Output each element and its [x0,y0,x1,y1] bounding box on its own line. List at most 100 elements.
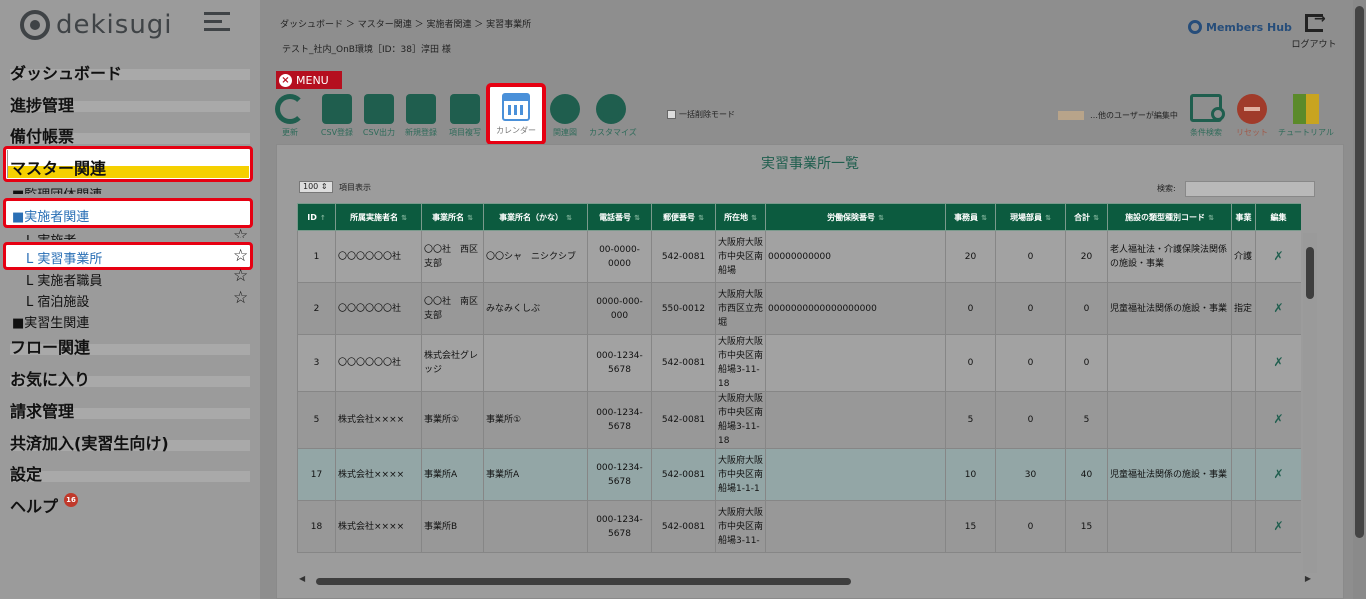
table-row[interactable]: 1 〇〇〇〇〇〇社 〇〇社 西区支部 〇〇シャ ニシクシブ 00-0000-0000 54… [297,230,1301,283]
sidebar-item-settings[interactable]: 設定 [10,461,42,485]
table-cell-field: 0 [995,334,1066,392]
edit-button[interactable]: ✗ [1255,230,1301,283]
table-cell-field: 0 [995,230,1066,283]
sidebar-item-ledgers[interactable]: 備付帳票 [10,123,74,147]
page-scrollbar[interactable] [1353,0,1366,599]
edit-button[interactable]: ✗ [1255,500,1301,553]
sidebar-item-lodging[interactable]: L 宿泊施設 [26,291,89,310]
page-size-select[interactable]: 100 ⇕ [299,181,333,193]
table-cell-staff: 15 [945,500,996,553]
favorite-star-icon[interactable]: ☆ [233,288,248,308]
table-row[interactable]: 18 株式会社×××× 事業所B 000-1234-5678 542-0081 大阪府大阪… [297,500,1301,553]
table-horizontal-scrollbar[interactable]: ◀ ▶ [295,574,1315,588]
column-header[interactable]: 事業所名（かな） ⇅ [483,203,588,231]
new-record-button[interactable]: 新規登録 [399,94,443,138]
reset-label: リセット [1236,128,1268,137]
csv-import-button[interactable]: CSV登録 [315,94,359,138]
sidebar-item-trainee[interactable]: ■実習生関連 [12,312,89,331]
sidebar-item-implementer[interactable]: L 実施者 [26,230,76,240]
bulk-delete-checkbox[interactable] [667,110,676,119]
table-row[interactable]: 2 〇〇〇〇〇〇社 〇〇社 南区支部 みなみくしぶ 0000-000-000 550-00… [297,282,1301,335]
filter-search-button[interactable]: 条件検索 [1190,94,1225,138]
table-row[interactable]: 5 株式会社×××× 事業所① 事業所① 000-1234-5678 542-0081 大阪… [297,391,1301,449]
edit-button[interactable]: ✗ [1255,334,1301,392]
column-header[interactable]: 施設の類型種別コード ⇅ [1107,203,1232,231]
reset-button[interactable]: リセット [1236,94,1268,138]
tutorial-button[interactable]: チュートリアル [1278,94,1334,138]
csv-export-button[interactable]: CSV出力 [357,94,401,138]
customize-button[interactable]: カスタマイズ [589,94,637,138]
column-header[interactable]: 事業所名 ⇅ [421,203,484,231]
calendar-button[interactable]: カレンダー [486,83,546,145]
refresh-icon [275,94,305,124]
help-count-badge: 16 [64,493,79,507]
sidebar-item-insurance[interactable]: 共済加入(実習生向け) [10,430,169,454]
table-cell-company: 〇〇〇〇〇〇社 [335,230,422,283]
breadcrumb[interactable]: ダッシュボード ＞ マスター関連 ＞ 実施者関連 ＞ 実習事業所 [280,17,531,30]
sidebar-item-flow[interactable]: フロー関連 [10,334,90,358]
column-header-label: 事業 [1235,212,1252,222]
wrench-icon: ✗ [1273,466,1284,481]
column-header-label: 施設の類型種別コード [1125,212,1206,222]
menu-collapse-icon[interactable] [204,12,234,32]
column-header[interactable]: 電話番号 ⇅ [587,203,652,231]
column-header[interactable]: 合計 ⇅ [1065,203,1108,231]
copy-item-label: 項目複写 [449,128,481,137]
table-row[interactable]: 17 株式会社×××× 事業所A 事業所A 000-1234-5678 542-0081 大… [297,448,1301,501]
column-header[interactable]: 所属実施者名 ⇅ [335,203,422,231]
favorite-star-icon[interactable]: ☆ [233,246,248,266]
sidebar-item-billing[interactable]: 請求管理 [10,398,74,422]
column-header[interactable]: 事務員 ⇅ [945,203,996,231]
refresh-button[interactable]: 更新 [268,94,312,138]
column-header[interactable]: ID ↑ [297,203,336,231]
clipboard-icon [406,94,436,124]
sidebar-item-favorites[interactable]: お気に入り [10,366,90,390]
favorite-star-icon[interactable]: ☆ [233,266,248,286]
sidebar-item-implementer-group[interactable]: ■実施者関連 [12,206,89,225]
logo[interactable]: dekisugi [20,8,173,42]
table-cell-phone: 000-1234-5678 [587,334,652,392]
column-header[interactable]: 現場部員 ⇅ [995,203,1066,231]
table-cell-office: 事業所① [421,391,484,449]
table-vertical-scrollbar[interactable] [1303,233,1317,573]
sidebar-item-master[interactable]: マスター関連 [10,155,106,179]
column-header-label: 電話番号 [599,212,632,222]
column-header-label: 所在地 [724,212,749,222]
sidebar-item-supervising[interactable]: ■監理団体関連 [12,184,102,194]
sidebar-item-dashboard[interactable]: ダッシュボード [10,60,122,84]
edit-button[interactable]: ✗ [1255,391,1301,449]
table-cell-staff: 0 [945,334,996,392]
column-header[interactable]: 所在地 ⇅ [715,203,766,231]
column-header[interactable]: 事業 [1231,203,1256,231]
sidebar-item-staff[interactable]: L 実施者職員 [26,270,102,289]
sidebar-item-help[interactable]: ヘルプ 16 [10,493,79,517]
sidebar-item-progress[interactable]: 進捗管理 [10,92,74,116]
table-cell-company: 株式会社×××× [335,391,422,449]
bulk-delete-toggle[interactable]: 一括削除モード [667,109,735,120]
table-cell-id: 3 [297,334,336,392]
edit-button[interactable]: ✗ [1255,448,1301,501]
related-diagram-button[interactable]: 関連図 [543,94,587,138]
search-input[interactable] [1185,181,1315,197]
logout-button[interactable]: ログアウト [1286,11,1342,50]
table-cell-company: 〇〇〇〇〇〇社 [335,282,422,335]
new-record-label: 新規登録 [405,128,437,137]
members-hub-icon [1188,20,1202,34]
favorite-star-icon[interactable]: ☆ [233,226,248,238]
table-cell-company: 〇〇〇〇〇〇社 [335,334,422,392]
wrench-icon: ✗ [1273,248,1284,263]
members-hub-link[interactable]: Members Hub [1188,20,1292,34]
table-cell-insurance: 0000000000000000000 [765,282,946,335]
table-cell-id: 5 [297,391,336,449]
table-row[interactable]: 3 〇〇〇〇〇〇社 株式会社グレッジ 000-1234-5678 542-0081 大阪府… [297,334,1301,392]
menu-button[interactable]: × MENU [276,71,342,89]
page-size-value: 100 [303,182,319,191]
table-cell-kana: 事業所① [483,391,588,449]
edit-button[interactable]: ✗ [1255,282,1301,335]
table-cell-total: 0 [1065,282,1108,335]
bulk-delete-label: 一括削除モード [679,110,735,119]
copy-item-button[interactable]: 項目複写 [443,94,487,138]
column-header[interactable]: 郵便番号 ⇅ [651,203,716,231]
sidebar-item-training-office[interactable]: L 実習事業所 [26,248,102,267]
column-header[interactable]: 労働保険番号 ⇅ [765,203,946,231]
